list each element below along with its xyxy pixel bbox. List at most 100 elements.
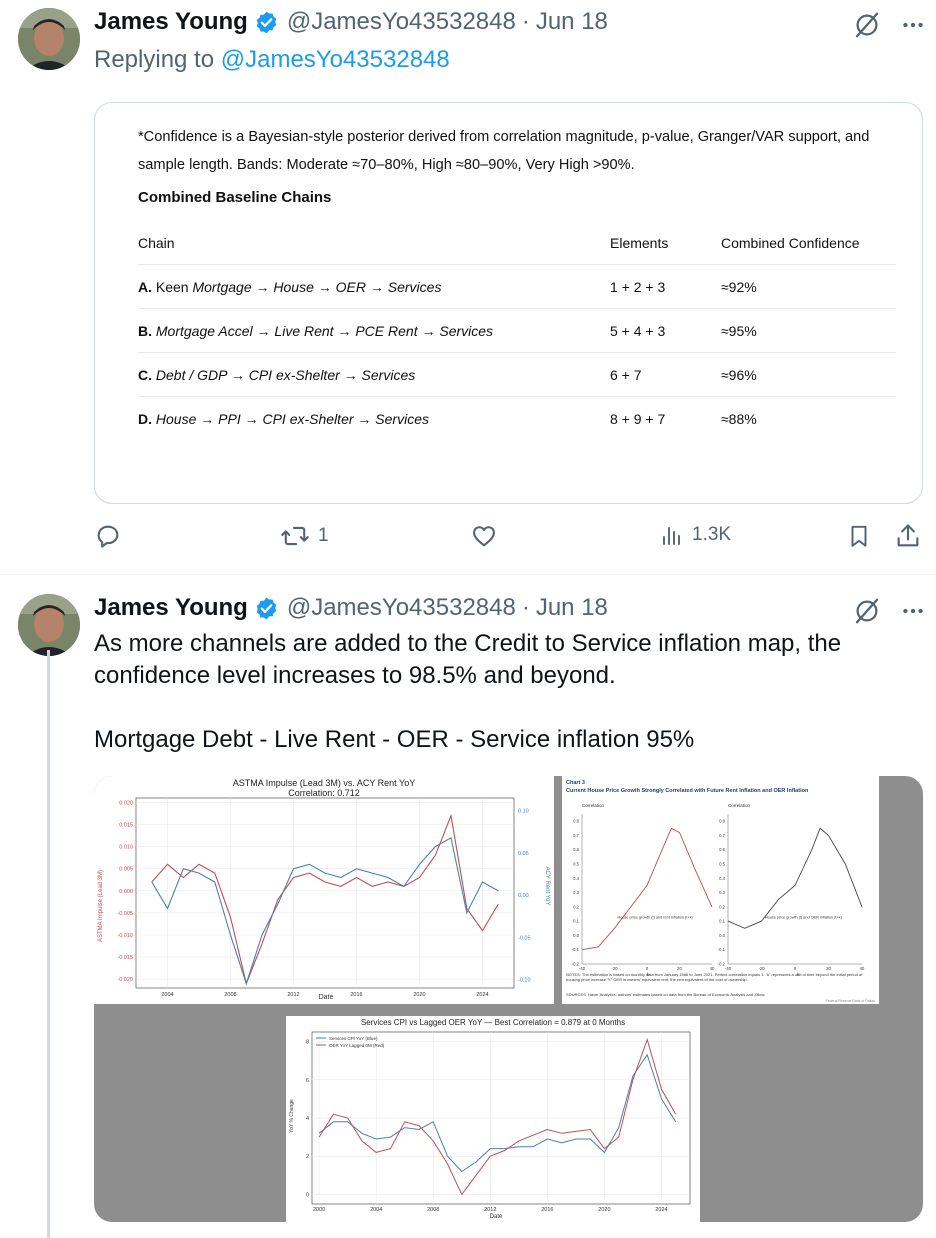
x-tick: 40 — [860, 966, 865, 971]
y-left-tick: -0.015 — [117, 955, 133, 961]
legend-label: OER YoY Lagged 0M (Red) — [329, 1043, 385, 1048]
tweet-divider — [0, 574, 936, 575]
chart-astma: ASTMA Impulse (Lead 3M) vs. ACY Rent YoY… — [98, 778, 550, 1001]
chart-title: Current House Price Growth Strongly Corr… — [566, 788, 809, 794]
correlation-line — [727, 827, 863, 929]
row-letter: B. — [138, 323, 152, 339]
avatar-photo — [18, 594, 80, 656]
y-right-label: ACY Rent YoY — [544, 867, 550, 906]
tweet-header: James Young @JamesYo43532848 · Jun 18 — [94, 594, 608, 622]
row-prefix: Keen — [155, 279, 189, 295]
x-tick: 2008 — [427, 1207, 439, 1213]
repost-icon — [281, 526, 309, 546]
row-chain: Debt / GDP → CPI ex-Shelter → Services — [155, 367, 416, 383]
chain-cell: C. Debt / GDP → CPI ex-Shelter → Service… — [138, 367, 415, 383]
tweet-date[interactable]: Jun 18 — [536, 8, 608, 36]
x-tick: -40 — [725, 966, 732, 971]
y-tick: 0.6 — [573, 847, 579, 852]
y-tick: 0.3 — [719, 890, 725, 895]
x-tick: 2024 — [476, 992, 488, 998]
verified-badge-icon — [256, 11, 277, 33]
plot-frame — [135, 797, 515, 989]
chain-cell: B. Mortgage Accel → Live Rent → PCE Rent… — [138, 323, 493, 339]
x-axis-label: Date — [490, 1214, 503, 1220]
y-left-tick: 0.015 — [119, 823, 133, 829]
chain-cell: D. House → PPI → CPI ex-Shelter → Servic… — [138, 411, 429, 427]
y-tick: 0.7 — [573, 833, 579, 838]
y-tick: 6 — [306, 1078, 309, 1084]
verified-badge-icon — [256, 597, 277, 619]
y-tick: 0.4 — [573, 876, 579, 881]
chart-services-panel[interactable]: Services CPI vs Lagged OER YoY — Best Co… — [286, 1016, 700, 1222]
correlation-line — [581, 827, 713, 951]
more-options-icon[interactable] — [900, 598, 926, 624]
row-letter: C. — [138, 367, 152, 383]
x-tick: 2020 — [598, 1207, 610, 1213]
y-right-tick: 0.00 — [518, 893, 529, 899]
y-tick: 0.1 — [719, 919, 725, 924]
repost-button[interactable]: 1 — [280, 522, 329, 550]
author-name[interactable]: James Young — [94, 8, 248, 36]
avatar[interactable] — [18, 8, 80, 70]
y-tick: 0.2 — [719, 904, 725, 909]
like-button[interactable] — [470, 522, 506, 550]
reply-handle-link[interactable]: @JamesYo43532848 — [221, 46, 450, 73]
table-header-row: Chain Elements Combined Confidence — [138, 221, 896, 265]
x-axis-label: Date — [319, 994, 334, 1001]
tweet-header: James Young @JamesYo43532848 · Jun 18 — [94, 8, 608, 36]
y-tick: 0.5 — [719, 862, 725, 867]
views-count: 1.3K — [692, 524, 732, 545]
chain-table: Chain Elements Combined Confidence A. Ke… — [138, 221, 896, 441]
y-tick: -0.1 — [572, 947, 580, 952]
y-tick: 0.3 — [573, 890, 579, 895]
confidence-cell: ≈92% — [721, 279, 757, 295]
repost-count: 1 — [318, 525, 329, 546]
y-tick: 0.0 — [719, 933, 725, 938]
author-name[interactable]: James Young — [94, 594, 248, 622]
quoted-image-card[interactable]: *Confidence is a Bayesian-style posterio… — [94, 102, 923, 504]
legend-label: Services CPI YoY (Blue) — [329, 1036, 378, 1041]
grok-icon[interactable] — [852, 10, 882, 40]
grok-icon[interactable] — [852, 596, 882, 626]
confidence-cell: ≈96% — [721, 367, 757, 383]
author-handle[interactable]: @JamesYo43532848 — [287, 8, 516, 36]
replying-to: Replying to @JamesYo43532848 — [94, 46, 450, 74]
y-left-tick: 0.000 — [119, 889, 133, 895]
y-tick: 0 — [306, 1192, 309, 1198]
share-icon — [897, 524, 919, 547]
table-row: C. Debt / GDP → CPI ex-Shelter → Service… — [138, 353, 896, 397]
y-tick: 0.1 — [573, 919, 579, 924]
tweet-media[interactable]: ASTMA Impulse (Lead 3M) vs. ACY Rent YoY… — [94, 776, 923, 1222]
confidence-cell: ≈88% — [721, 411, 757, 427]
chart-notes: NOTES: The estimation is based on monthl… — [566, 973, 863, 982]
series-line-blue — [151, 836, 499, 986]
reply-button[interactable] — [94, 522, 130, 550]
tweet-date[interactable]: Jun 18 — [536, 594, 608, 622]
more-options-icon[interactable] — [900, 12, 926, 38]
x-tick: -20 — [611, 966, 618, 971]
card-title: Combined Baseline Chains — [138, 189, 332, 206]
avatar[interactable] — [18, 594, 80, 656]
views-button[interactable]: 1.3K — [660, 522, 731, 548]
y-axis-label: YoY % Change — [289, 1099, 295, 1133]
x-tick: 20 — [826, 966, 831, 971]
row-chain: Mortgage → House → OER → Services — [192, 279, 442, 295]
x-tick: 2004 — [161, 992, 173, 998]
x-tick: 2008 — [224, 992, 236, 998]
views-icon — [663, 527, 680, 545]
y-tick: 0.6 — [719, 847, 725, 852]
x-tick: 0 — [794, 966, 797, 971]
x-tick: 2016 — [541, 1207, 553, 1213]
chart-astma-panel[interactable]: ASTMA Impulse (Lead 3M) vs. ACY Rent YoY… — [94, 776, 554, 1004]
y-tick: 0.8 — [719, 819, 725, 824]
chart-dallas: Chart 3 Current House Price Growth Stron… — [566, 780, 875, 1003]
x-tick: 20 — [677, 966, 682, 971]
x-tick: 2020 — [413, 992, 425, 998]
author-handle[interactable]: @JamesYo43532848 — [287, 594, 516, 622]
legend-label: House price growth (t) and OER inflation… — [765, 915, 843, 919]
chart-dallas-panel[interactable]: Chart 3 Current House Price Growth Stron… — [562, 776, 879, 1004]
share-button[interactable] — [894, 522, 922, 550]
bookmark-button[interactable] — [846, 522, 872, 550]
table-row: B. Mortgage Accel → Live Rent → PCE Rent… — [138, 309, 896, 353]
confidence-note: *Confidence is a Bayesian-style posterio… — [138, 129, 870, 173]
